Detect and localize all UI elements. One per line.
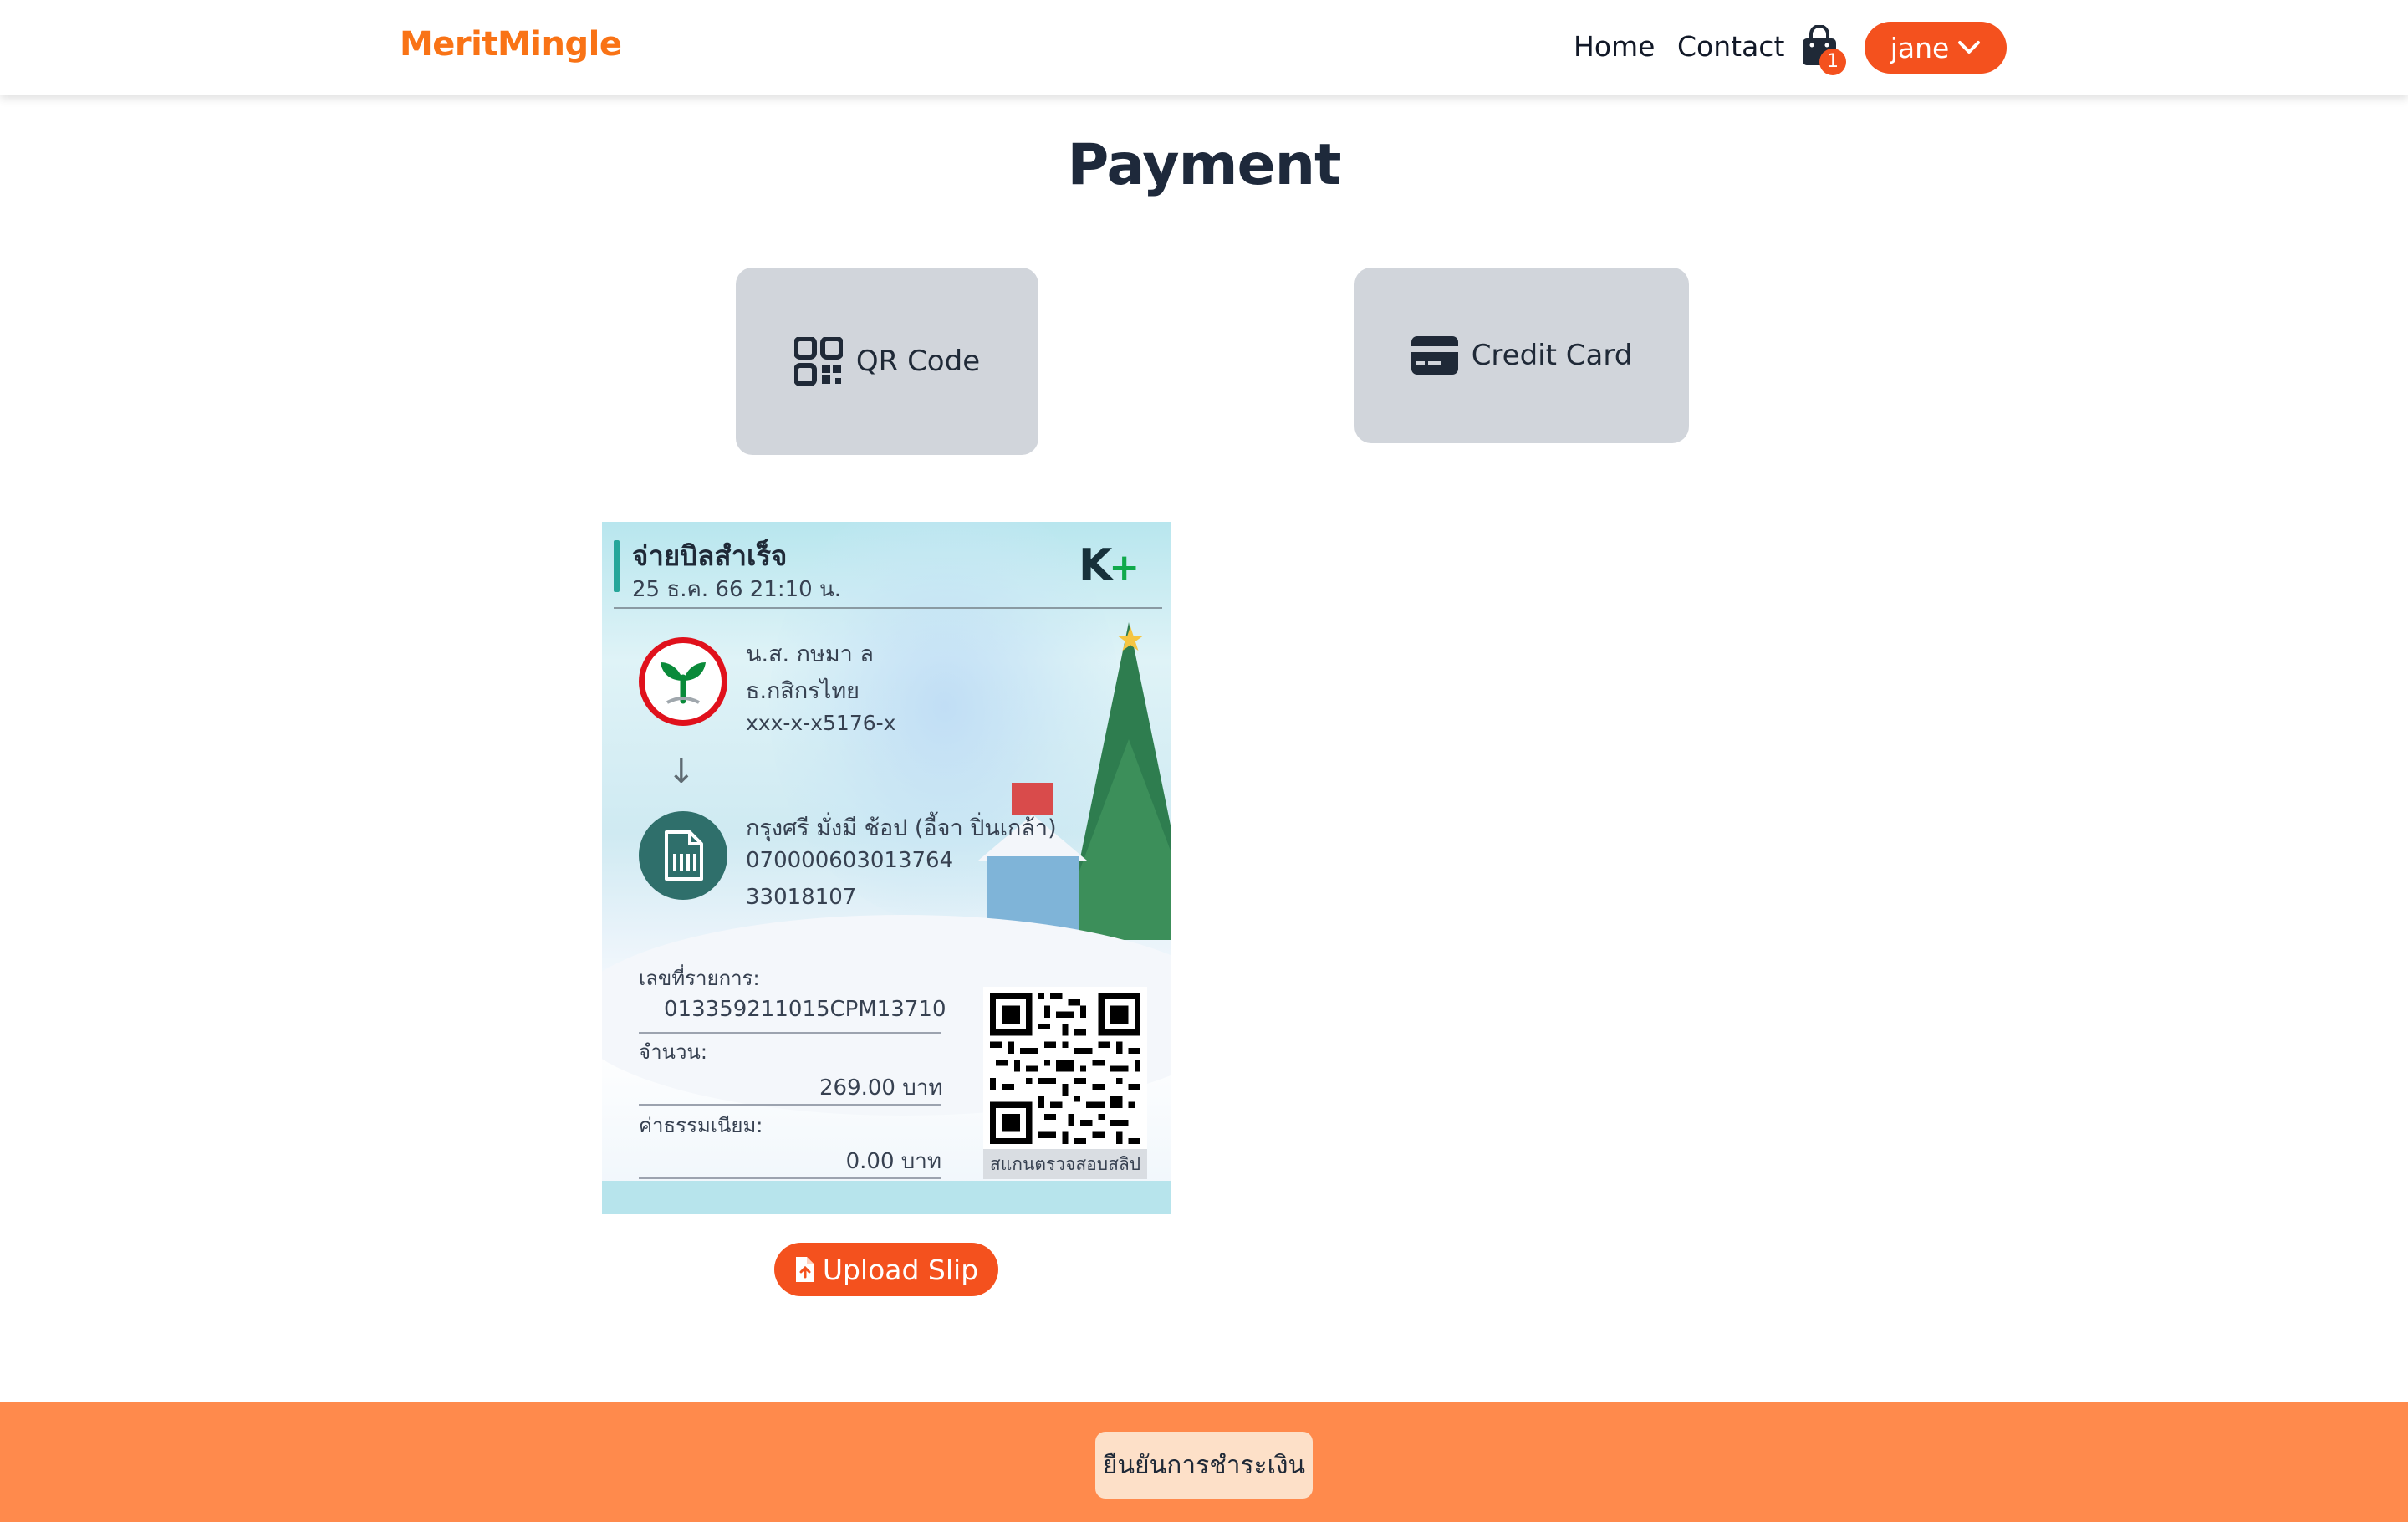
nav-home-link[interactable]: Home	[1574, 30, 1655, 63]
credit-card-icon	[1411, 336, 1458, 375]
navbar: MeritMingle Home Contact 1 jane	[0, 0, 2408, 95]
user-menu-button[interactable]: jane	[1865, 22, 2007, 74]
arrow-down-icon: ↓	[667, 753, 696, 791]
receiver-ref1: 070000603013764	[746, 848, 954, 873]
chevron-down-icon	[1958, 41, 1981, 54]
document-icon	[665, 830, 703, 881]
field-divider	[639, 1177, 941, 1179]
slip-datetime: 25 ธ.ค. 66 21:10 น.	[632, 577, 841, 602]
qr-code-label: QR Code	[855, 345, 981, 378]
user-name: jane	[1890, 31, 1950, 64]
slip-bottom-band	[602, 1181, 1171, 1214]
site-logo[interactable]: MeritMingle	[400, 25, 622, 64]
sender-name: น.ส. กษมา ล	[746, 641, 874, 667]
credit-card-label: Credit Card	[1471, 339, 1633, 372]
upload-slip-label: Upload Slip	[822, 1253, 979, 1286]
confirm-payment-button[interactable]: ยืนยันการชำระเงิน	[1095, 1432, 1313, 1499]
field-divider	[639, 1032, 941, 1034]
sprout-icon	[661, 662, 706, 704]
fee-value: 0.00 บาท	[845, 1149, 941, 1174]
field-divider	[639, 1104, 941, 1106]
transaction-id-label: เลขที่รายการ:	[639, 967, 760, 990]
slip-accent-bar	[614, 540, 620, 592]
kplus-logo: K+	[1079, 540, 1140, 590]
amount-value: 269.00 บาท	[819, 1075, 943, 1101]
kasikorn-bank-logo	[639, 637, 727, 726]
fee-label: ค่าธรรมเนียม:	[639, 1114, 763, 1137]
cart-button[interactable]: 1	[1801, 24, 1846, 75]
receiver-ref2: 33018107	[746, 885, 857, 910]
transaction-id: 013359211015CPM13710	[664, 997, 946, 1022]
slip-divider	[614, 607, 1162, 609]
qr-caption: สแกนตรวจสอบสลิป	[983, 1149, 1147, 1179]
qr-code-icon	[793, 337, 843, 386]
file-upload-icon	[795, 1257, 814, 1282]
payment-slip-image: ★ จ่ายบิลสำเร็จ 25 ธ.ค. 66 21:10 น. K+ น…	[602, 522, 1171, 1214]
qr-code-method-button[interactable]: QR Code	[736, 268, 1038, 455]
upload-slip-button[interactable]: Upload Slip	[774, 1243, 998, 1296]
biller-logo	[639, 811, 727, 900]
cart-count-badge: 1	[1819, 49, 1846, 75]
page-title: Payment	[1067, 132, 1341, 198]
receiver-name: กรุงศรี มั่งมี ช้อป (อี้จา ปิ่นเกล้า)	[746, 815, 1057, 841]
sender-bank: ธ.กสิกรไทย	[746, 678, 860, 704]
star-icon: ★	[1115, 621, 1145, 659]
verification-qr-code	[983, 987, 1147, 1151]
amount-label: จำนวน:	[639, 1040, 707, 1064]
qr-code-icon	[990, 993, 1140, 1144]
nav-contact-link[interactable]: Contact	[1677, 30, 1784, 63]
footer-bar: ยืนยันการชำระเงิน	[0, 1402, 2408, 1522]
credit-card-method-button[interactable]: Credit Card	[1354, 268, 1689, 443]
sender-account: xxx-x-x5176-x	[746, 711, 896, 735]
